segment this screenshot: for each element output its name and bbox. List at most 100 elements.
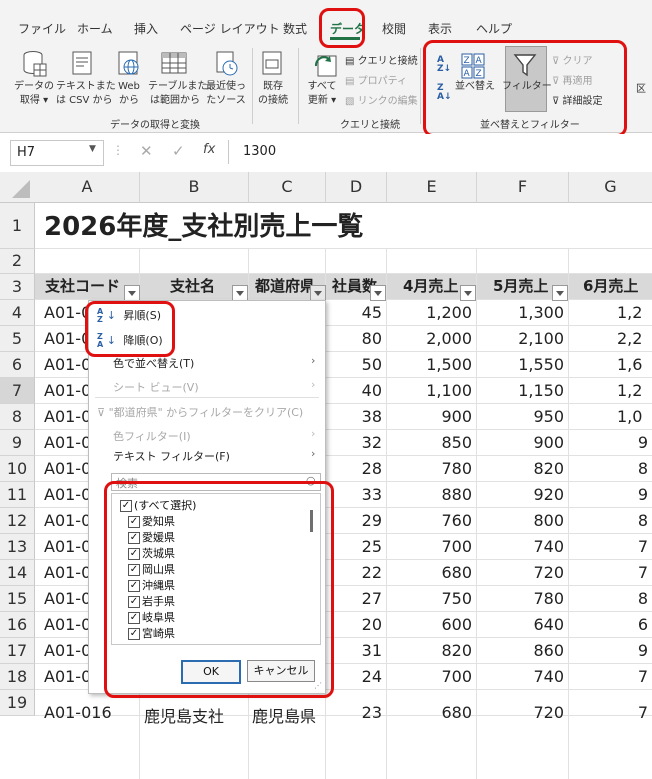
cell-june-sales[interactable]: 8 — [569, 511, 648, 530]
cell-code[interactable]: A01-0 — [44, 589, 91, 608]
filter-dropdown-e[interactable] — [460, 285, 476, 301]
clear-filter-item[interactable]: ⊽ "都道府県" からフィルターをクリア(C) — [97, 404, 303, 420]
insert-function-icon[interactable]: fx — [203, 142, 215, 157]
cell-code[interactable]: A01-016 — [44, 703, 112, 722]
cell-branch-name[interactable]: 鹿児島支社 — [144, 703, 224, 727]
cell-employees[interactable]: 45 — [326, 303, 382, 322]
cell-may-sales[interactable]: 1,550 — [477, 355, 564, 374]
cell-employees[interactable]: 80 — [326, 329, 382, 348]
filter-dropdown-f[interactable] — [552, 285, 568, 301]
cell-may-sales[interactable]: 720 — [477, 563, 564, 582]
cell-june-sales[interactable]: 9 — [569, 485, 648, 504]
row-header[interactable]: 5 — [0, 326, 35, 352]
cell-may-sales[interactable]: 920 — [477, 485, 564, 504]
cell-june-sales[interactable]: 2,2 — [569, 329, 652, 348]
cell-april-sales[interactable]: 600 — [387, 615, 472, 634]
cell-code[interactable]: A01-0 — [44, 407, 91, 426]
tab-home[interactable]: ホーム — [77, 20, 113, 37]
tab-file[interactable]: ファイル — [18, 20, 66, 37]
tab-insert[interactable]: 挿入 — [134, 20, 158, 37]
row-header[interactable]: 16 — [0, 612, 35, 638]
cell-may-sales[interactable]: 2,100 — [477, 329, 564, 348]
cell-april-sales[interactable]: 900 — [387, 407, 472, 426]
cell-code[interactable]: A01-0 — [44, 459, 91, 478]
text-filter-item[interactable]: テキスト フィルター(F) — [113, 448, 230, 464]
from-table-button[interactable]: テーブルまた は範囲から — [148, 80, 207, 108]
filter-dropdown-c[interactable] — [310, 285, 326, 301]
cell-employees[interactable]: 31 — [326, 641, 382, 660]
cell-employees[interactable]: 40 — [326, 381, 382, 400]
queries-connections-button[interactable]: ▤ クエリと接続 — [345, 52, 418, 67]
from-csv-button[interactable]: テキストまたは CSV から — [56, 80, 116, 108]
row-header[interactable]: 4 — [0, 300, 35, 326]
cell-employees[interactable]: 32 — [326, 433, 382, 452]
cell-code[interactable]: A01-0 — [44, 485, 91, 504]
cell-may-sales[interactable]: 780 — [477, 589, 564, 608]
get-data-button[interactable]: データの 取得 ▾ — [12, 80, 56, 108]
cell-code[interactable]: A01-0 — [44, 433, 91, 452]
filter-dropdown-d[interactable] — [370, 285, 386, 301]
cell-code[interactable]: A01-0 — [44, 641, 91, 660]
cell-code[interactable]: A01-0 — [44, 355, 91, 374]
cell-april-sales[interactable]: 2,000 — [387, 329, 472, 348]
row-header[interactable]: 19 — [0, 690, 35, 716]
select-all-corner[interactable] — [0, 172, 36, 203]
column-header-e[interactable]: E — [387, 172, 477, 203]
tab-formulas[interactable]: 数式 — [283, 20, 307, 37]
cell-employees[interactable]: 27 — [326, 589, 382, 608]
cell-code[interactable]: A01-0 — [44, 667, 91, 686]
tab-review[interactable]: 校閲 — [382, 20, 406, 37]
color-filter-item[interactable]: 色フィルター(I) — [113, 428, 191, 444]
cell-april-sales[interactable]: 820 — [387, 641, 472, 660]
csv-icon[interactable] — [70, 50, 96, 78]
recent-sources-button[interactable]: 最近使っ たソース — [204, 80, 248, 108]
column-header-c[interactable]: C — [249, 172, 326, 203]
cell-june-sales[interactable]: 9 — [569, 433, 648, 452]
refresh-all-icon[interactable] — [312, 52, 338, 80]
cell-prefecture[interactable]: 鹿児島県 — [252, 703, 316, 727]
formula-input[interactable]: 1300 — [228, 140, 652, 164]
cell-april-sales[interactable]: 760 — [387, 511, 472, 530]
cell-june-sales[interactable]: 8 — [569, 459, 648, 478]
table-range-icon[interactable] — [160, 50, 188, 78]
cell-employees[interactable]: 50 — [326, 355, 382, 374]
cell-employees[interactable]: 25 — [326, 537, 382, 556]
cell-june-sales[interactable]: 7 — [569, 703, 648, 722]
column-header-f[interactable]: F — [477, 172, 569, 203]
tab-page-layout[interactable]: ページ レイアウト — [180, 20, 280, 37]
row-header[interactable]: 6 — [0, 352, 35, 378]
cell-may-sales[interactable]: 1,300 — [477, 303, 564, 322]
cell-may-sales[interactable]: 1,150 — [477, 381, 564, 400]
cell-april-sales[interactable]: 750 — [387, 589, 472, 608]
cell-june-sales[interactable]: 9 — [569, 641, 648, 660]
sheet-title[interactable]: 2026年度_支社別売上一覧 — [44, 206, 363, 243]
cell-employees[interactable]: 24 — [326, 667, 382, 686]
get-data-icon[interactable] — [22, 50, 48, 78]
cell-code[interactable]: A01-0 — [44, 615, 91, 634]
filter-dropdown-b[interactable] — [232, 285, 248, 301]
edit-links-button[interactable]: ▧ リンクの編集 — [345, 92, 418, 107]
row-header[interactable]: 11 — [0, 482, 35, 508]
refresh-all-button[interactable]: すべて 更新 ▾ — [304, 80, 340, 108]
cell-may-sales[interactable]: 740 — [477, 537, 564, 556]
sort-by-color-item[interactable]: 色で並べ替え(T) — [113, 355, 194, 371]
cell-may-sales[interactable]: 900 — [477, 433, 564, 452]
column-header-b[interactable]: B — [140, 172, 249, 203]
confirm-entry-icon[interactable]: ✓ — [172, 142, 185, 160]
cell-may-sales[interactable]: 740 — [477, 667, 564, 686]
sheet-view-item[interactable]: シート ビュー(V) — [113, 379, 199, 395]
cell-employees[interactable]: 20 — [326, 615, 382, 634]
cell-june-sales[interactable]: 1,6 — [569, 355, 652, 374]
cell-june-sales[interactable]: 7 — [569, 667, 648, 686]
cell-april-sales[interactable]: 780 — [387, 459, 472, 478]
cancel-entry-icon[interactable]: ✕ — [140, 142, 153, 160]
cell-may-sales[interactable]: 720 — [477, 703, 564, 722]
web-icon[interactable] — [116, 50, 142, 78]
column-header-a[interactable]: A — [35, 172, 140, 203]
row-header[interactable]: 15 — [0, 586, 35, 612]
cell-april-sales[interactable]: 680 — [387, 563, 472, 582]
cell-june-sales[interactable]: 1,0 — [569, 407, 652, 426]
column-header-g[interactable]: G — [569, 172, 652, 203]
row-header[interactable]: 18 — [0, 664, 35, 690]
cell-june-sales[interactable]: 6 — [569, 615, 648, 634]
